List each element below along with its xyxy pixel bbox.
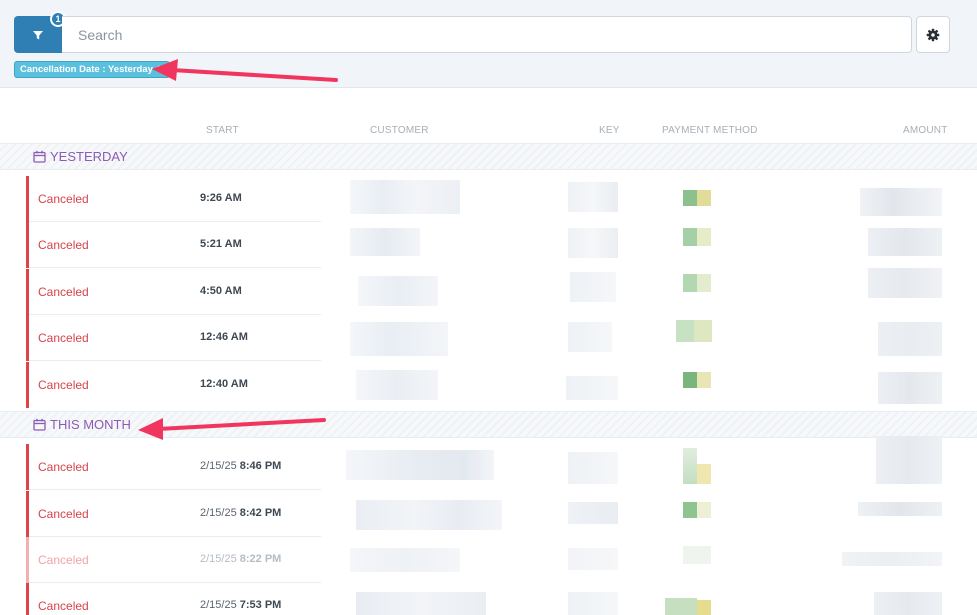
- redacted-customer-cell: [358, 276, 438, 306]
- table-row[interactable]: Canceled 2/15/25 8:22 PM: [26, 537, 977, 583]
- redacted-payment-cell: [697, 502, 711, 518]
- redacted-key-cell: [568, 502, 618, 524]
- redacted-key-cell: [568, 228, 618, 258]
- gear-icon: [926, 28, 940, 41]
- status-label: Canceled: [38, 192, 89, 206]
- status-label: Canceled: [38, 285, 89, 299]
- redacted-amount-cell: [874, 592, 942, 615]
- start-time: 2/15/25 8:46 PM: [200, 460, 282, 472]
- redacted-payment-cell: [697, 228, 711, 246]
- redacted-customer-cell: [350, 180, 460, 214]
- redacted-payment-cell: [697, 372, 711, 388]
- redacted-key-cell: [568, 322, 612, 352]
- calendar-icon: [33, 150, 46, 163]
- start-time: 4:50 AM: [200, 285, 242, 297]
- redacted-payment-cell: [683, 448, 697, 484]
- start-time: 2/15/25 8:22 PM: [200, 553, 282, 565]
- start-time: 9:26 AM: [200, 192, 242, 204]
- group-header-yesterday: YESTERDAY: [0, 143, 977, 170]
- redacted-amount-cell: [878, 372, 942, 404]
- redacted-key-cell: [566, 376, 618, 400]
- redacted-key-cell: [568, 592, 618, 615]
- start-time: 12:40 AM: [200, 378, 248, 390]
- redacted-customer-cell: [356, 370, 438, 400]
- status-label: Canceled: [38, 460, 89, 474]
- redacted-payment-cell: [697, 464, 711, 484]
- redacted-key-cell: [568, 548, 618, 570]
- redacted-payment-cell: [683, 190, 697, 206]
- column-header-customer[interactable]: CUSTOMER: [370, 125, 429, 136]
- redacted-payment-cell: [683, 502, 697, 518]
- redacted-payment-cell: [694, 320, 712, 342]
- redacted-payment-cell: [683, 372, 697, 388]
- active-filter-chip[interactable]: Cancellation Date : Yesterday ✖: [14, 61, 171, 78]
- redacted-key-cell: [568, 452, 618, 484]
- status-label: Canceled: [38, 599, 89, 613]
- status-label: Canceled: [38, 507, 89, 521]
- redacted-payment-cell: [683, 546, 711, 564]
- redacted-payment-cell: [683, 228, 697, 246]
- column-header-start[interactable]: START: [206, 125, 239, 136]
- table-row[interactable]: Canceled 9:26 AM: [26, 176, 977, 222]
- group-title: THIS MONTH: [50, 417, 131, 432]
- redacted-amount-cell: [868, 268, 942, 298]
- column-header-payment-method[interactable]: PAYMENT METHOD: [662, 125, 758, 136]
- table-row[interactable]: Canceled 2/15/25 7:53 PM: [26, 583, 977, 615]
- active-filter-label: Cancellation Date : Yesterday: [20, 64, 153, 75]
- redacted-payment-cell: [676, 320, 694, 342]
- filter-icon: [33, 30, 43, 39]
- redacted-amount-cell: [860, 188, 942, 216]
- column-headers: START CUSTOMER KEY PAYMENT METHOD AMOUNT: [0, 125, 977, 139]
- redacted-payment-cell: [697, 190, 711, 206]
- start-time: 2/15/25 7:53 PM: [200, 599, 282, 611]
- table-row[interactable]: Canceled 12:46 AM: [26, 315, 977, 361]
- status-label: Canceled: [38, 238, 89, 252]
- redacted-payment-cell: [665, 598, 697, 615]
- remove-filter-icon[interactable]: ✖: [157, 64, 165, 75]
- redacted-amount-cell: [878, 322, 942, 356]
- status-label: Canceled: [38, 378, 89, 392]
- start-time: 2/15/25 8:42 PM: [200, 507, 282, 519]
- search-input[interactable]: [62, 16, 912, 53]
- table-row[interactable]: Canceled 12:40 AM: [26, 362, 977, 408]
- group-title: YESTERDAY: [50, 149, 128, 164]
- group-header-this-month: THIS MONTH: [0, 411, 977, 438]
- redacted-customer-cell: [350, 548, 460, 572]
- status-label: Canceled: [38, 331, 89, 345]
- redacted-customer-cell: [350, 322, 448, 356]
- start-time: 12:46 AM: [200, 331, 248, 343]
- status-label: Canceled: [38, 553, 89, 567]
- toolbar: 1 Cancellation Date : Yesterday ✖: [0, 0, 977, 88]
- redacted-amount-cell: [868, 228, 942, 256]
- redacted-key-cell: [568, 182, 618, 212]
- redacted-customer-cell: [356, 592, 486, 615]
- redacted-customer-cell: [346, 450, 494, 480]
- column-header-key[interactable]: KEY: [599, 125, 620, 136]
- redacted-payment-cell: [697, 274, 711, 292]
- redacted-amount-cell: [842, 552, 942, 566]
- redacted-key-cell: [570, 272, 616, 302]
- redacted-customer-cell: [350, 228, 420, 256]
- settings-button[interactable]: [916, 16, 950, 53]
- redacted-amount-cell: [876, 436, 942, 484]
- table-row[interactable]: Canceled 2/15/25 8:46 PM: [26, 444, 977, 490]
- redacted-amount-cell: [858, 502, 942, 516]
- calendar-icon: [33, 418, 46, 431]
- column-header-amount[interactable]: AMOUNT: [903, 125, 948, 136]
- table-row[interactable]: Canceled 5:21 AM: [26, 222, 977, 268]
- redacted-payment-cell: [683, 274, 697, 292]
- redacted-customer-cell: [356, 500, 502, 530]
- start-time: 5:21 AM: [200, 238, 242, 250]
- table-row[interactable]: Canceled 4:50 AM: [26, 269, 977, 315]
- redacted-payment-cell: [697, 600, 711, 615]
